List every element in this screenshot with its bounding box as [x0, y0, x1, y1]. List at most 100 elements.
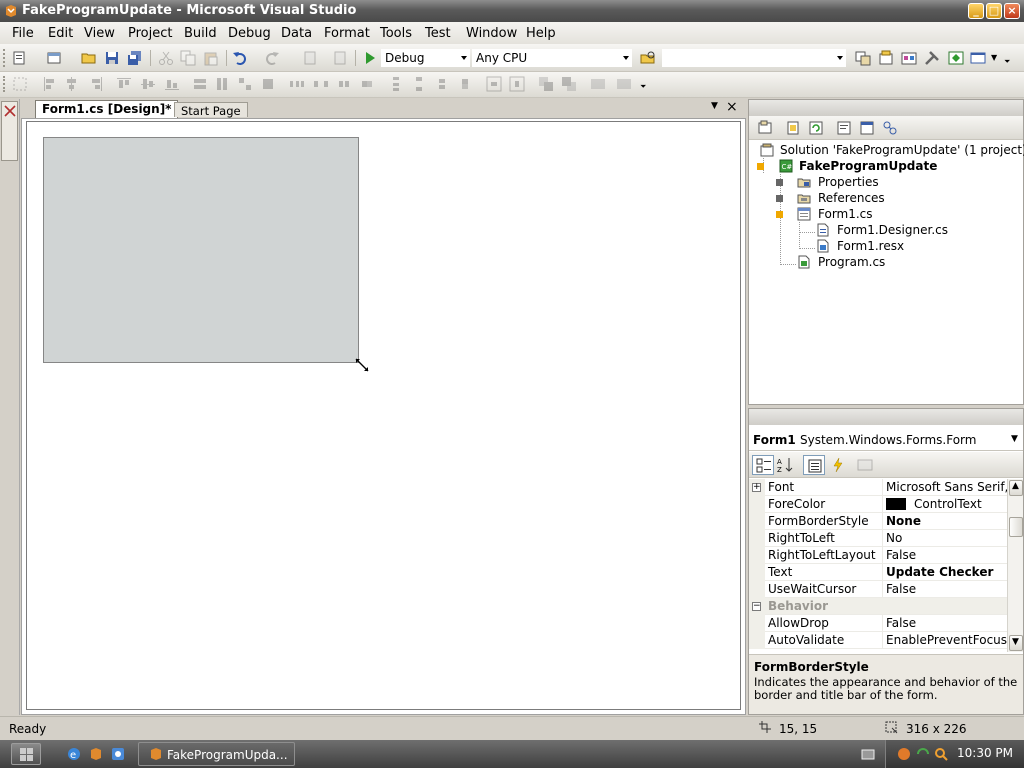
property-value[interactable]: No [886, 531, 1007, 545]
add-item-icon[interactable] [46, 50, 62, 66]
scroll-down-button[interactable]: ▼ [1009, 635, 1023, 651]
show-all-files-icon[interactable] [785, 120, 801, 136]
undo-icon[interactable] [232, 50, 248, 66]
resize-cursor-icon[interactable] [355, 358, 369, 372]
menu-edit[interactable]: Edit [48, 26, 73, 41]
add-project-icon[interactable] [12, 50, 28, 66]
properties-window-icon[interactable] [878, 50, 894, 66]
property-grid-scrollbar[interactable]: ▲ ▼ [1007, 479, 1023, 652]
taskbar-task-visual-studio[interactable]: FakeProgramUpda... [138, 742, 295, 766]
property-row-usewaitcursor[interactable]: UseWaitCursor False [749, 581, 1007, 598]
minimize-button[interactable]: _ [968, 3, 984, 19]
collapse-icon[interactable]: − [752, 602, 761, 611]
maximize-button[interactable]: □ [986, 3, 1002, 19]
tray-network-icon[interactable] [860, 746, 876, 762]
menu-view[interactable]: View [84, 26, 115, 41]
copy-icon[interactable] [180, 50, 196, 66]
object-selector[interactable]: Form1 System.Windows.Forms.Form ▼ [749, 429, 1023, 451]
toolbar-options-icon[interactable]: ⏷ [1004, 57, 1010, 67]
save-icon[interactable] [104, 50, 120, 66]
property-value[interactable]: EnablePreventFocusChange [886, 633, 1007, 647]
navigate-backward-icon[interactable] [302, 50, 318, 66]
references-node[interactable]: References [818, 191, 885, 205]
property-pages-icon[interactable] [857, 457, 873, 473]
property-value[interactable]: False [886, 616, 1007, 630]
send-to-back-icon[interactable] [561, 76, 577, 92]
align-lefts-icon[interactable] [42, 76, 58, 92]
view-class-diagram-icon[interactable] [882, 120, 898, 136]
tree-collapse-icon[interactable] [757, 163, 764, 170]
decrease-vertical-spacing-icon[interactable] [434, 76, 450, 92]
open-folder-icon[interactable] [81, 50, 97, 66]
menu-window[interactable]: Window [466, 26, 517, 41]
property-value[interactable]: Update Checker [886, 565, 1007, 579]
view-code-icon[interactable] [836, 120, 852, 136]
solution-explorer-icon[interactable] [855, 50, 871, 66]
vertical-spacing-icon[interactable] [388, 76, 404, 92]
menu-file[interactable]: File [12, 26, 34, 41]
toolbar-options-icon[interactable]: ⏷ [640, 82, 646, 92]
property-row-autovalidate[interactable]: AutoValidate EnablePreventFocusChange [749, 632, 1007, 649]
navigate-forward-icon[interactable] [332, 50, 348, 66]
lock-controls-icon[interactable] [616, 76, 632, 92]
paste-icon[interactable] [203, 50, 219, 66]
align-bottoms-icon[interactable] [164, 76, 180, 92]
visual-studio-quicklaunch-icon[interactable] [88, 746, 104, 762]
tray-search-icon[interactable] [933, 746, 949, 762]
cut-icon[interactable] [158, 50, 174, 66]
property-row-text[interactable]: Text Update Checker [749, 564, 1007, 581]
find-in-files-icon[interactable] [640, 50, 656, 66]
save-all-icon[interactable] [127, 50, 143, 66]
toolbar-gripper[interactable] [3, 76, 6, 92]
show-desktop-icon[interactable] [110, 746, 126, 762]
solution-properties-icon[interactable] [757, 120, 773, 136]
toolbox-tab[interactable] [1, 101, 18, 161]
refresh-icon[interactable] [808, 120, 824, 136]
scroll-up-button[interactable]: ▲ [1009, 480, 1023, 496]
property-row-forecolor[interactable]: ForeColor ControlText [749, 496, 1007, 513]
tray-app-icon[interactable] [896, 746, 912, 762]
start-button[interactable] [11, 743, 41, 765]
property-value[interactable]: None [886, 514, 1007, 528]
tab-form1-design[interactable]: Form1.cs [Design]* [35, 100, 179, 118]
events-lightning-icon[interactable] [830, 457, 846, 473]
view-designer-icon[interactable] [859, 120, 875, 136]
align-to-grid-icon[interactable] [12, 76, 28, 92]
form1-design-surface[interactable] [43, 137, 359, 363]
program-node[interactable]: Program.cs [818, 255, 885, 269]
remove-vertical-spacing-icon[interactable] [457, 76, 473, 92]
align-middles-icon[interactable] [140, 76, 156, 92]
alphabetical-icon[interactable]: AZ [777, 457, 793, 473]
property-value-forecolor[interactable]: ControlText [886, 497, 1007, 511]
scroll-thumb[interactable] [1009, 517, 1023, 537]
form1-node[interactable]: Form1.cs [818, 207, 873, 221]
form1-designer-node[interactable]: Form1.Designer.cs [837, 223, 948, 237]
menu-build[interactable]: Build [184, 26, 217, 41]
center-horizontally-icon[interactable] [486, 76, 502, 92]
make-same-height-icon[interactable] [214, 76, 230, 92]
object-browser-icon[interactable] [901, 50, 917, 66]
property-row-righttoleftlayout[interactable]: RightToLeftLayout False [749, 547, 1007, 564]
tab-start-page[interactable]: Start Page [174, 102, 248, 118]
make-same-width-icon[interactable] [192, 76, 208, 92]
increase-horizontal-spacing-icon[interactable] [313, 76, 329, 92]
internet-explorer-icon[interactable]: e [66, 746, 82, 762]
tree-collapse-icon[interactable] [776, 211, 783, 218]
property-row-allowdrop[interactable]: AllowDrop False [749, 615, 1007, 632]
solution-configuration-select[interactable]: Debug [381, 49, 470, 67]
toolbox-icon[interactable] [924, 50, 940, 66]
increase-vertical-spacing-icon[interactable] [411, 76, 427, 92]
property-row-formborderstyle[interactable]: FormBorderStyle None [749, 513, 1007, 530]
find-combo[interactable] [662, 49, 846, 67]
active-files-dropdown-icon[interactable]: ▼ [711, 101, 718, 111]
tree-expand-icon[interactable] [776, 195, 783, 202]
center-vertically-icon[interactable] [509, 76, 525, 92]
property-value[interactable]: Microsoft Sans Serif, 8.25pt [886, 480, 1007, 494]
categorized-button[interactable] [752, 455, 774, 475]
redo-icon[interactable] [264, 50, 280, 66]
menu-tools[interactable]: Tools [380, 26, 412, 41]
menu-format[interactable]: Format [324, 26, 370, 41]
menu-project[interactable]: Project [128, 26, 172, 41]
project-node[interactable]: FakeProgramUpdate [799, 159, 937, 173]
form1-resx-node[interactable]: Form1.resx [837, 239, 904, 253]
